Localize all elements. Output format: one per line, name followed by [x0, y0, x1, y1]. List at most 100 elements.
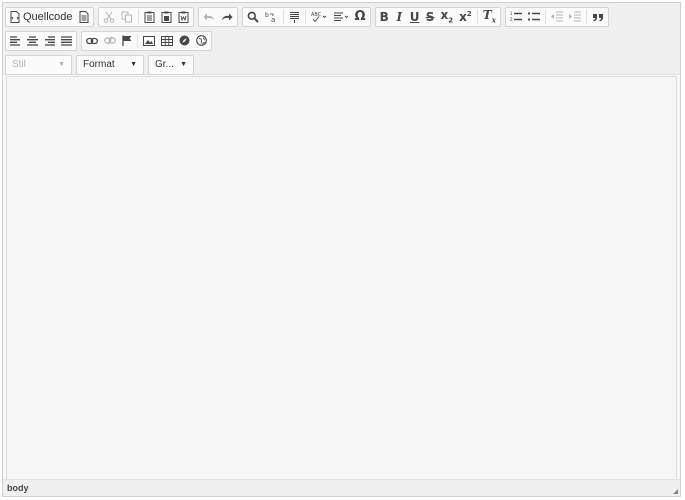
scissors-icon [103, 11, 114, 23]
spellcheck-icon: ABC [311, 12, 326, 22]
scayt-button[interactable] [330, 8, 352, 26]
superscript-button[interactable]: x2 [456, 8, 475, 26]
bold-icon: B [379, 9, 389, 24]
resize-handle-icon[interactable] [673, 489, 678, 494]
select-all-icon [289, 11, 299, 23]
toolbar-group-links-insert [81, 30, 212, 51]
toolbar-row-3: Stil ▼ Format ▼ Gr... ▼ [5, 53, 680, 76]
align-right-button[interactable] [41, 32, 58, 50]
svg-text:ABC: ABC [311, 12, 322, 18]
compass-icon [179, 35, 190, 46]
globe-icon [196, 35, 207, 46]
replace-icon: ba [265, 12, 275, 23]
link-icon [86, 37, 98, 44]
image-icon [143, 35, 155, 46]
indent-icon [568, 11, 581, 22]
separator [544, 9, 546, 24]
font-size-combo-label: Gr... [155, 59, 174, 70]
superscript-icon: x2 [459, 9, 472, 24]
undo-arrow-icon [203, 13, 214, 20]
bulleted-list-button[interactable] [525, 8, 543, 26]
special-char-button[interactable]: Ω [352, 8, 369, 26]
blockquote-button[interactable] [589, 8, 607, 26]
svg-text:a: a [271, 16, 275, 23]
select-all-button[interactable] [286, 8, 303, 26]
text-direction-icon [333, 12, 348, 21]
quote-icon [592, 13, 603, 21]
paste-word-icon [178, 11, 189, 23]
italic-button[interactable]: I [392, 8, 407, 26]
paste-word-button[interactable] [175, 8, 192, 26]
format-combo[interactable]: Format ▼ [76, 54, 144, 75]
replace-button[interactable]: ba [262, 8, 281, 26]
subscript-icon: x2 [440, 7, 454, 25]
toolbar-row-2 [5, 29, 680, 52]
align-right-icon [45, 35, 55, 46]
toolbar-group-document: Quellcode [5, 6, 94, 27]
element-path[interactable]: body [7, 483, 29, 493]
table-button[interactable] [158, 32, 176, 50]
paste-button[interactable] [141, 8, 158, 26]
source-button[interactable]: Quellcode [7, 8, 76, 26]
separator [137, 33, 138, 48]
source-button-label: Quellcode [23, 10, 73, 23]
cut-button[interactable] [100, 8, 118, 26]
omega-icon: Ω [354, 9, 366, 24]
chevron-down-icon: ▼ [58, 61, 65, 68]
preview-button[interactable] [76, 8, 92, 26]
strikethrough-icon: S [425, 9, 435, 24]
bulleted-list-icon [527, 12, 540, 21]
subscript-button[interactable]: x2 [438, 8, 457, 26]
find-button[interactable] [244, 8, 262, 26]
styles-combo-label: Stil [12, 59, 26, 70]
table-icon [161, 35, 173, 46]
font-size-combo[interactable]: Gr... ▼ [148, 54, 194, 75]
editor-statusbar: body [3, 479, 680, 496]
toolbar-row-1: Quellcode b a ABC Ω B I U S x2 x2 Tx 1 2 [5, 5, 680, 28]
align-center-icon [27, 35, 38, 46]
unlink-button[interactable] [101, 32, 119, 50]
copy-button[interactable] [118, 8, 136, 26]
svg-text:2: 2 [510, 17, 513, 22]
indent-button[interactable] [566, 8, 584, 26]
styles-combo[interactable]: Stil ▼ [5, 54, 72, 75]
iframe-button[interactable] [193, 32, 210, 50]
justify-button[interactable] [58, 32, 75, 50]
toolbar-group-align [5, 30, 77, 51]
preview-doc-icon [79, 10, 89, 23]
separator [282, 9, 284, 24]
source-doc-icon [10, 10, 20, 23]
svg-text:1: 1 [510, 11, 513, 16]
align-center-button[interactable] [24, 32, 41, 50]
anchor-button[interactable] [119, 32, 135, 50]
underline-icon: U [409, 9, 420, 24]
numbered-list-icon: 12 [510, 11, 522, 22]
rich-text-editor: Quellcode b a ABC Ω B I U S x2 x2 Tx 1 2… [2, 2, 681, 497]
redo-button[interactable] [218, 8, 236, 26]
separator [304, 9, 306, 24]
flag-icon [122, 35, 132, 46]
svg-text:b: b [265, 12, 269, 19]
numbered-list-button[interactable]: 12 [507, 8, 525, 26]
toolbar-group-basicstyles: B I U S x2 x2 Tx [374, 6, 501, 27]
toolbar-group-history [197, 6, 238, 27]
underline-button[interactable]: U [407, 8, 423, 26]
toolbar-group-clipboard [97, 6, 194, 27]
remove-format-icon: Tx [482, 8, 496, 25]
media-button[interactable] [176, 32, 193, 50]
search-icon [247, 11, 259, 23]
remove-format-button[interactable]: Tx [480, 8, 499, 26]
bold-button[interactable]: B [377, 8, 392, 26]
link-button[interactable] [83, 32, 101, 50]
strike-button[interactable]: S [423, 8, 438, 26]
spellcheck-button[interactable]: ABC [308, 8, 330, 26]
unlink-icon [104, 36, 116, 45]
align-left-button[interactable] [7, 32, 24, 50]
undo-button[interactable] [200, 8, 218, 26]
editor-content-area[interactable] [6, 76, 677, 480]
editor-toolbar: Quellcode b a ABC Ω B I U S x2 x2 Tx 1 2… [3, 3, 680, 75]
image-button[interactable] [140, 32, 158, 50]
outdent-button[interactable] [548, 8, 566, 26]
paste-text-button[interactable] [158, 8, 175, 26]
chevron-down-icon: ▼ [130, 61, 137, 68]
